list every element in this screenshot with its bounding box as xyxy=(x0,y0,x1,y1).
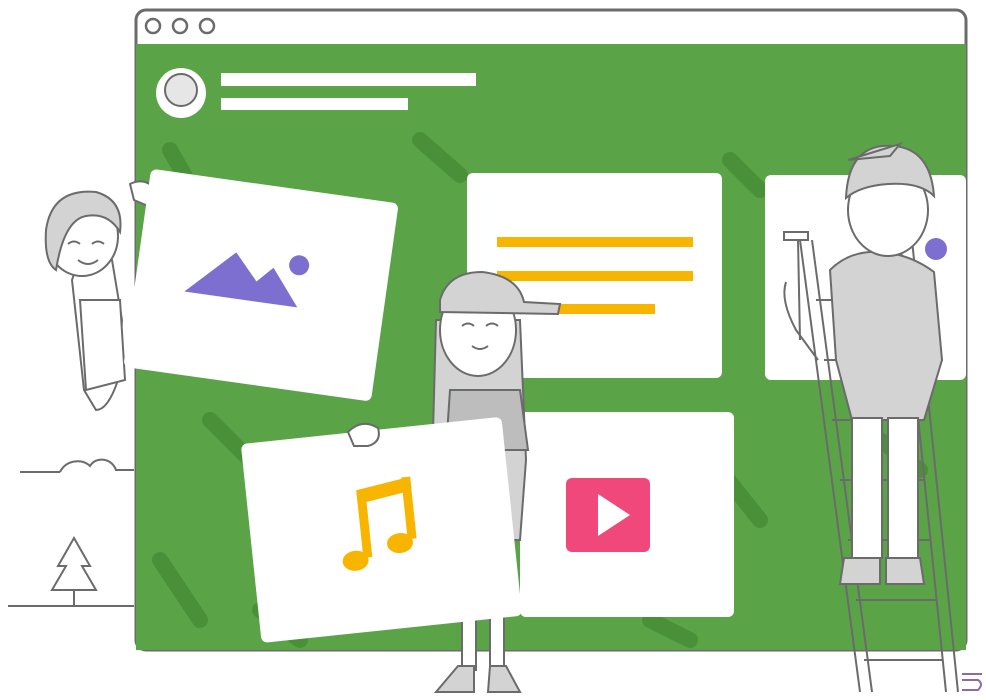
video-card[interactable] xyxy=(520,412,734,617)
corner-mark xyxy=(962,673,982,691)
illustration xyxy=(0,0,986,700)
tree-icon xyxy=(50,535,98,591)
profile-subtitle-placeholder xyxy=(221,98,408,110)
profile-name-placeholder xyxy=(221,73,476,86)
illustration-svg xyxy=(8,8,982,693)
scenery xyxy=(8,458,134,607)
hand-icon xyxy=(346,422,380,447)
image-card[interactable] xyxy=(123,169,398,402)
avatar-icon xyxy=(164,73,198,107)
cloud-icon xyxy=(59,458,134,473)
music-card[interactable] xyxy=(241,417,522,643)
dot-icon xyxy=(925,238,947,260)
